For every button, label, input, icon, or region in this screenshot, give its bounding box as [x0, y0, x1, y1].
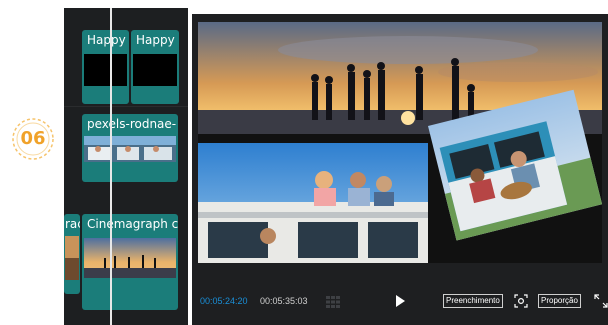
fill-button[interactable]: Preenchimento [443, 294, 503, 308]
timeline-clip-happy-2[interactable]: Happy [131, 30, 179, 104]
clip-thumbnail [133, 54, 177, 86]
preview-panel: 00:05:24:20 00:05:35:03 Preenchimento Pr… [192, 14, 608, 325]
timeline-clip-pexels[interactable]: pexels-rodnae- [82, 114, 178, 182]
timeline-track-3: rac Cinemagraph c [64, 188, 188, 325]
current-time: 00:05:24:20 [200, 296, 248, 306]
clip-label: Happy [136, 33, 175, 47]
player-controls: 00:05:24:20 00:05:35:03 Preenchimento Pr… [192, 290, 608, 314]
clip-thumbnail [84, 238, 176, 278]
video-frame [198, 22, 602, 263]
step-number: 06 [20, 128, 46, 149]
clip-thumbnail [84, 54, 127, 86]
focus-icon[interactable] [514, 294, 528, 308]
step-badge: 06 [10, 116, 56, 162]
timeline-clip-cinemagraph[interactable]: Cinemagraph c [82, 214, 178, 310]
expand-icon[interactable] [594, 294, 608, 308]
clip-label: Cinemagraph c [87, 217, 178, 231]
timeline-playhead[interactable] [110, 8, 112, 325]
grid-icon[interactable] [326, 295, 340, 308]
clip-thumbnail [65, 236, 79, 280]
timeline-track-1: Happy Happy [64, 8, 188, 106]
clip-label: rac [65, 217, 80, 231]
ratio-button[interactable]: Proporção [538, 294, 581, 308]
play-icon[interactable] [396, 295, 405, 307]
total-time: 00:05:35:03 [260, 296, 308, 306]
clip-label: Happy [87, 33, 126, 47]
clip-thumbnail [84, 136, 176, 162]
timeline-clip-rac[interactable]: rac [64, 214, 80, 294]
clip-label: pexels-rodnae- [87, 117, 177, 131]
timeline-track-2: pexels-rodnae- [64, 106, 188, 189]
video-canvas[interactable] [198, 22, 602, 263]
timeline-panel[interactable]: Happy Happy pexels-rodnae- ra Cinemagrap… [64, 8, 188, 325]
timeline-clip-happy-1[interactable]: Happy [82, 30, 129, 104]
